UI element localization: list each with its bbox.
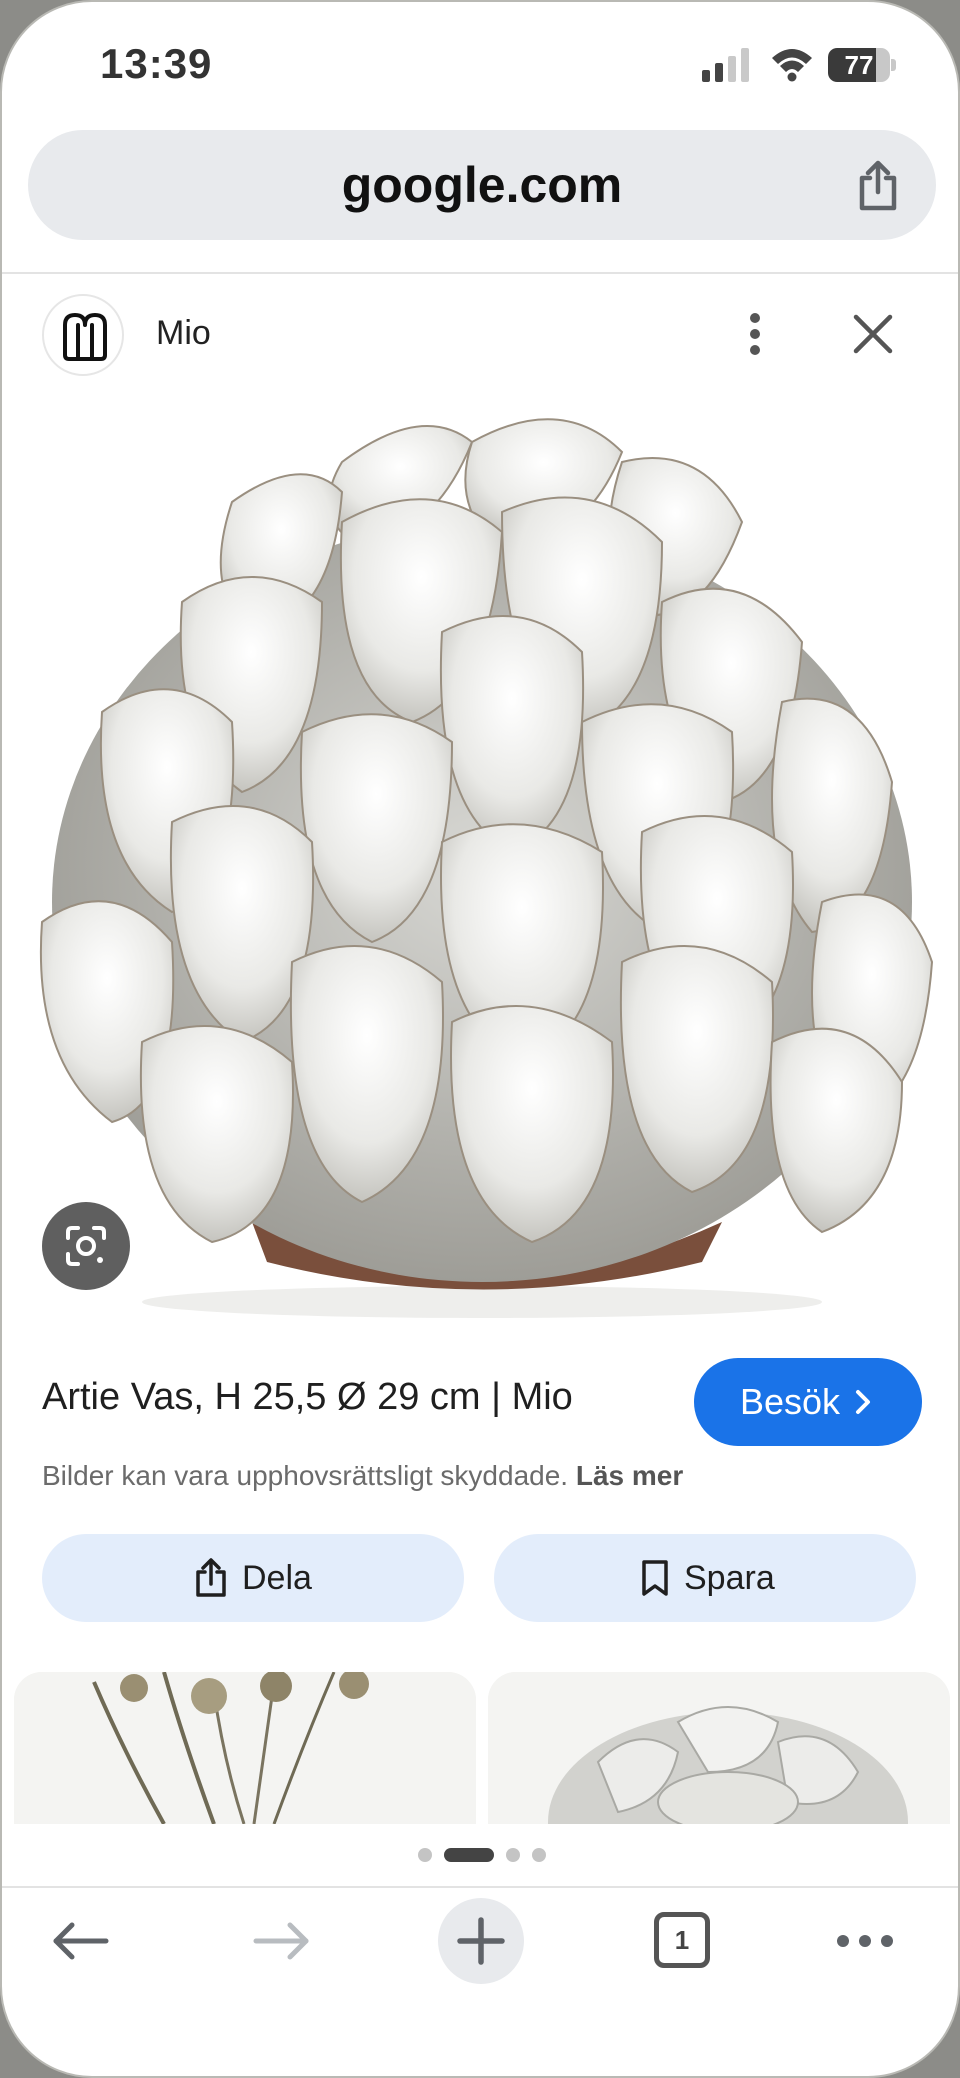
- source-name[interactable]: Mio: [156, 314, 211, 353]
- result-title[interactable]: Artie Vas, H 25,5 Ø 29 cm | Mio: [42, 1376, 573, 1419]
- back-arrow-icon: [53, 1922, 109, 1960]
- forward-button[interactable]: [248, 1898, 314, 1984]
- close-icon[interactable]: [848, 308, 898, 360]
- share-button[interactable]: Dela: [42, 1534, 464, 1622]
- more-horizontal-icon: [837, 1935, 893, 1947]
- status-bar: 13:39 77: [2, 2, 958, 122]
- bookmark-icon: [642, 1560, 668, 1596]
- pager-dot[interactable]: [506, 1848, 520, 1862]
- plus-icon: [457, 1917, 505, 1965]
- dried-flowers-image: [14, 1672, 476, 1824]
- toolbar-divider: [2, 1886, 958, 1888]
- save-label: Spara: [684, 1559, 775, 1597]
- related-thumbnail[interactable]: [14, 1672, 476, 1824]
- back-button[interactable]: [48, 1898, 114, 1984]
- new-tab-button[interactable]: [438, 1898, 524, 1984]
- forward-arrow-icon: [253, 1922, 309, 1960]
- phone-screen: 13:39 77 google.com Mio Artie Vas, H 25,…: [0, 0, 960, 2078]
- lens-icon: [66, 1226, 106, 1266]
- chevron-right-icon: [856, 1390, 870, 1414]
- source-logo[interactable]: [42, 294, 124, 376]
- share-icon: [196, 1558, 226, 1597]
- vase-top-image: [488, 1672, 950, 1824]
- mio-logo: [63, 313, 107, 361]
- pager-dot-active[interactable]: [444, 1848, 494, 1862]
- wifi-icon: [772, 49, 812, 82]
- address-bar[interactable]: google.com: [28, 130, 936, 240]
- share-label: Dela: [242, 1559, 312, 1597]
- read-more-link[interactable]: Läs mer: [576, 1460, 683, 1491]
- copyright-notice: Bilder kan vara upphovsrättsligt skyddad…: [42, 1460, 683, 1492]
- url-text[interactable]: google.com: [28, 130, 936, 240]
- share-icon[interactable]: [854, 160, 902, 212]
- tabs-icon: 1: [654, 1912, 710, 1968]
- save-button[interactable]: Spara: [494, 1534, 916, 1622]
- signal-icon: [702, 48, 749, 82]
- related-thumbnail[interactable]: [488, 1672, 950, 1824]
- battery-icon: 77: [828, 48, 896, 82]
- visit-label: Besök: [740, 1381, 841, 1422]
- visit-button[interactable]: Besök: [694, 1358, 922, 1446]
- pager-dot[interactable]: [418, 1848, 432, 1862]
- product-image[interactable]: [2, 402, 960, 1322]
- status-time: 13:39: [100, 40, 213, 87]
- menu-button[interactable]: [832, 1898, 898, 1984]
- battery-percent: 77: [844, 50, 874, 80]
- pager-dot[interactable]: [532, 1848, 546, 1862]
- divider: [2, 272, 958, 274]
- copyright-text: Bilder kan vara upphovsrättsligt skyddad…: [42, 1460, 569, 1491]
- pager-dots: [2, 1848, 958, 1864]
- more-vertical-icon[interactable]: [738, 308, 772, 360]
- tabs-button[interactable]: 1: [648, 1898, 714, 1984]
- lens-button[interactable]: [42, 1202, 130, 1290]
